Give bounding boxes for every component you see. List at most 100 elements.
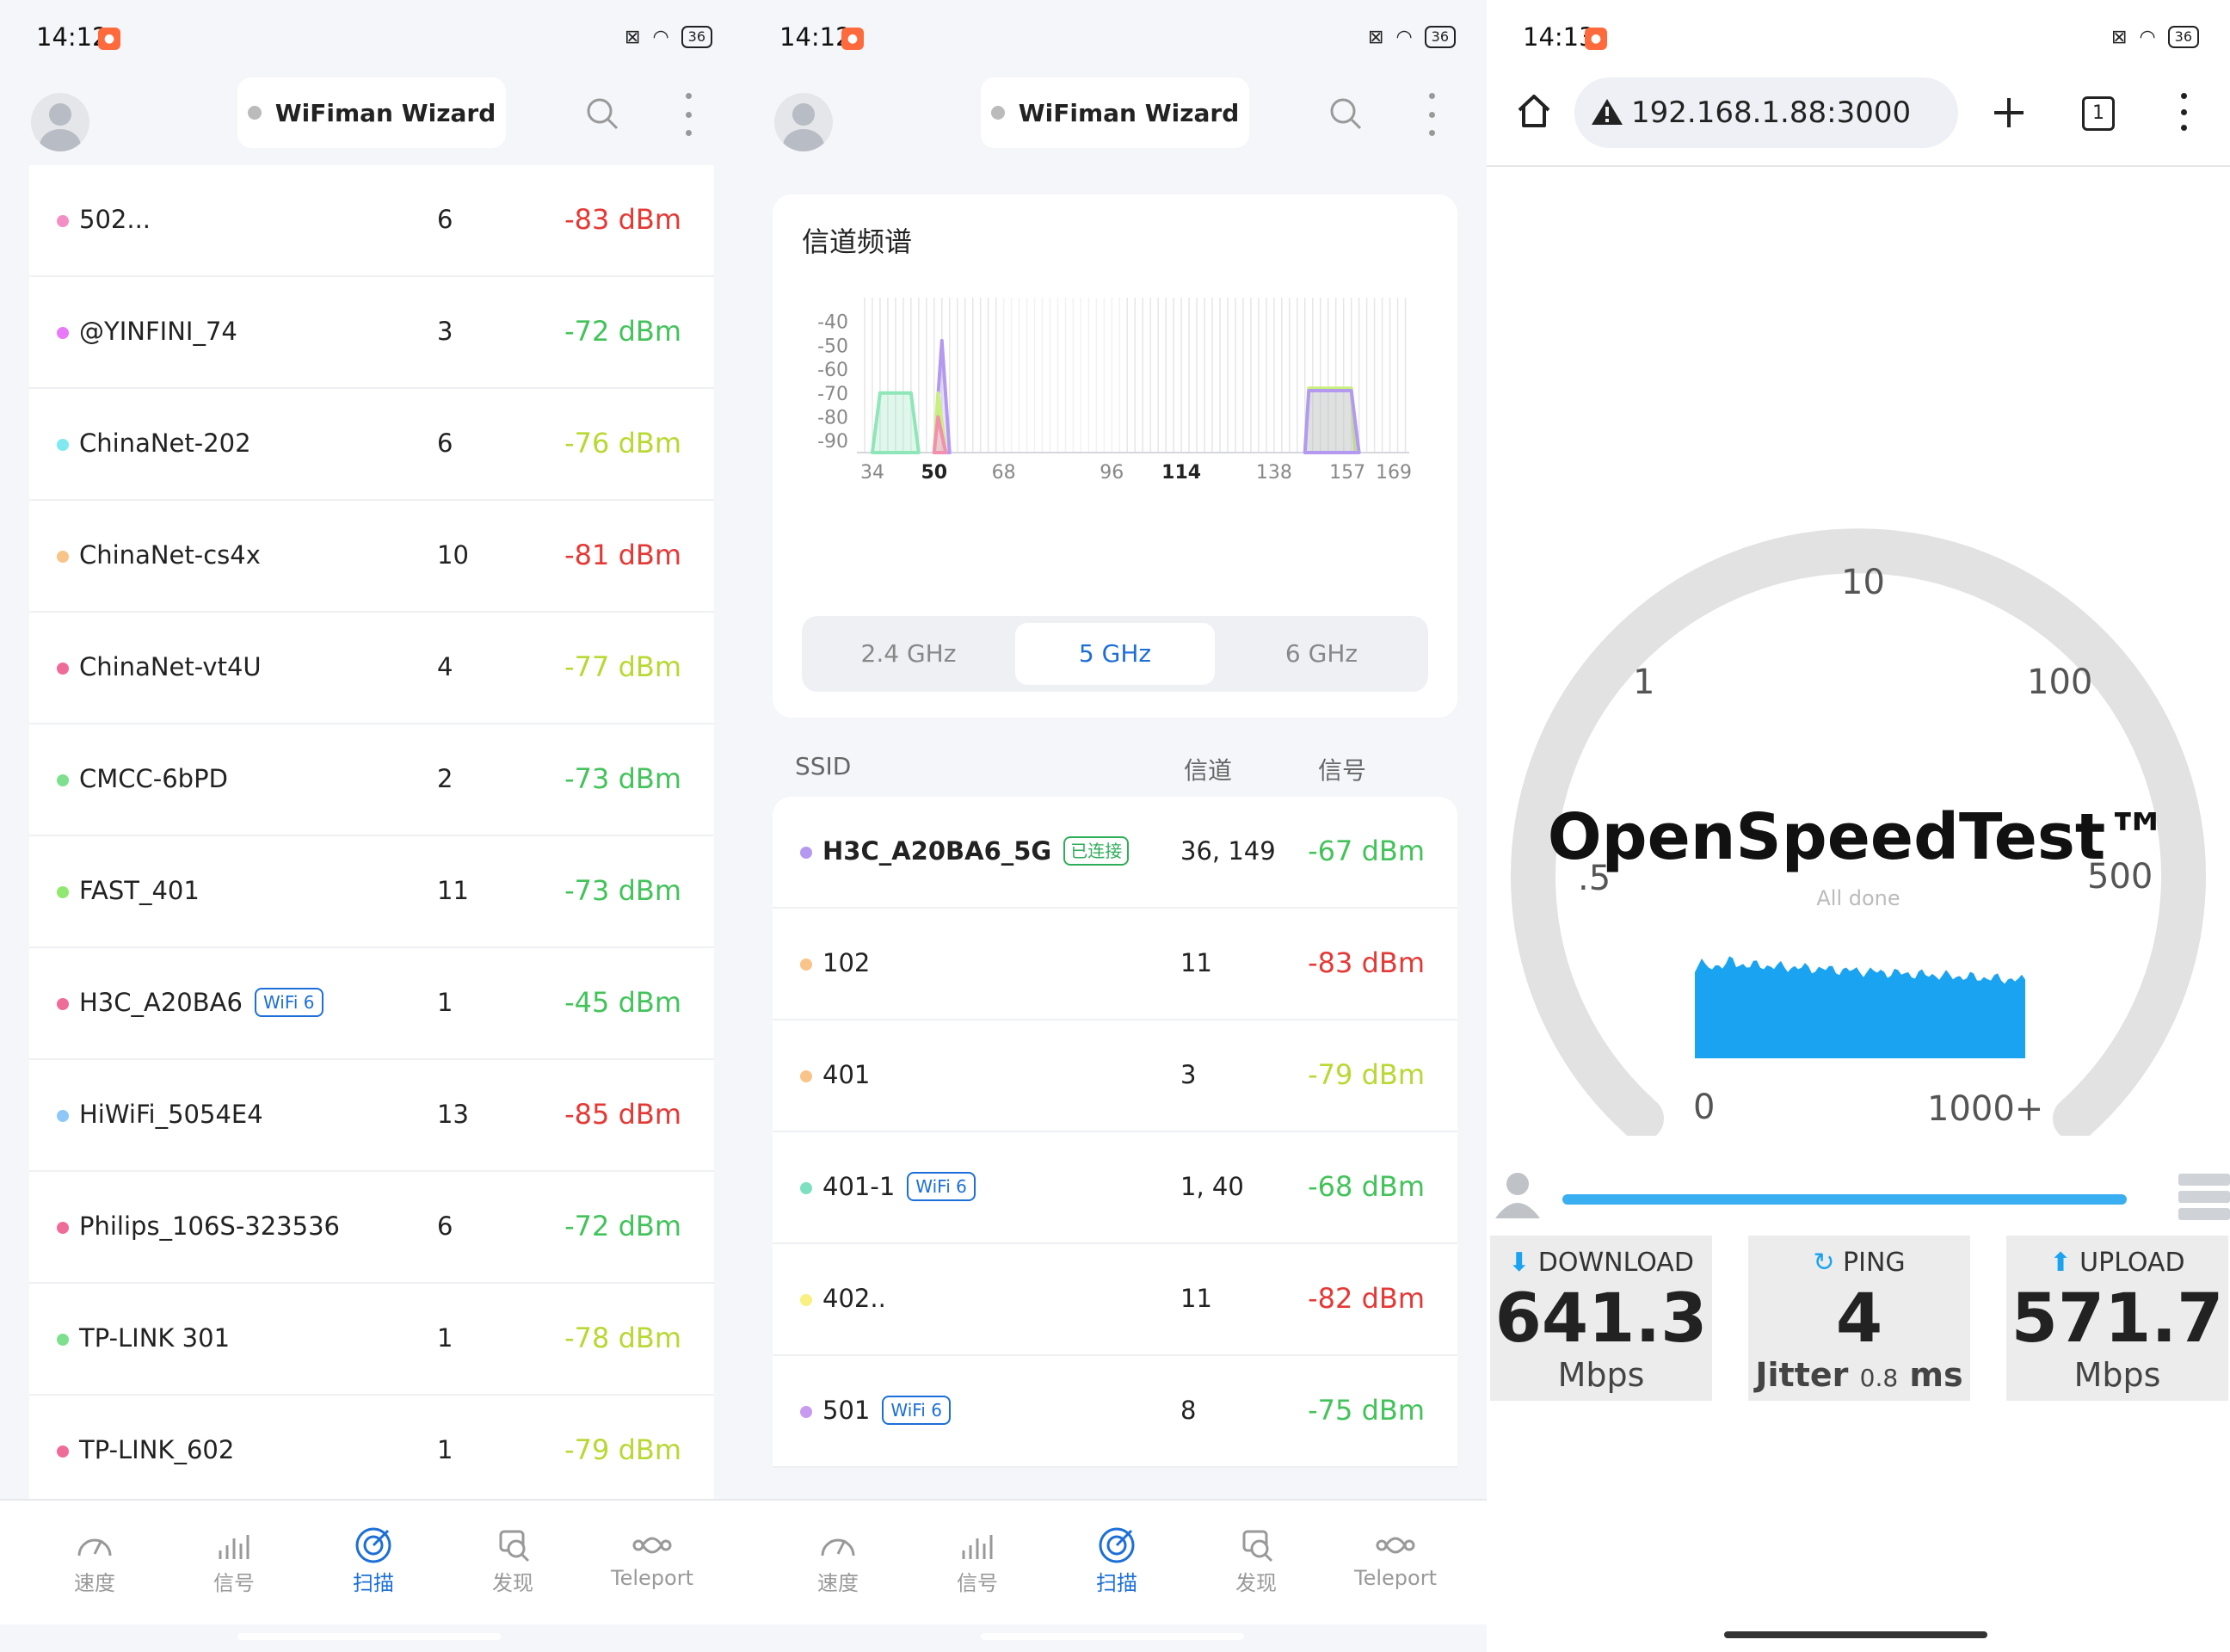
network-row[interactable]: FAST_401 11 -73 dBm xyxy=(29,836,714,948)
avatar[interactable] xyxy=(774,93,833,151)
wifiman-spectrum-screen: 14:12 ● ⊠ ◠ 36 WiFiman Wizard 信道频谱 -40 -5… xyxy=(743,0,1487,1652)
network-channel: 11 xyxy=(1180,948,1212,977)
wifi6-badge: WiFi 6 xyxy=(882,1396,951,1425)
network-color-dot xyxy=(800,1182,812,1194)
wizard-status-dot xyxy=(247,106,262,120)
speedometer-icon xyxy=(786,1525,890,1566)
network-ssid: FAST_401 xyxy=(79,876,200,905)
network-row[interactable]: TP-LINK_602 1 -79 dBm xyxy=(29,1396,714,1507)
upload-arrow-icon: ⬆ xyxy=(2049,1248,2072,1278)
network-row[interactable]: ChinaNet-202 6 -76 dBm xyxy=(29,389,714,501)
network-row[interactable]: 401 3 -79 dBm xyxy=(773,1020,1457,1132)
nav-signal[interactable]: 信号 xyxy=(926,1525,1029,1596)
network-channel: 3 xyxy=(437,317,453,346)
network-signal: -72 dBm xyxy=(564,315,681,348)
network-name-cell: H3C_A20BA6 WiFi 6 xyxy=(79,988,323,1017)
network-name-cell: Philips_106S-323536 xyxy=(79,1211,340,1241)
signal-bars-icon xyxy=(182,1525,286,1566)
network-row[interactable]: H3C_A20BA6 WiFi 6 1 -45 dBm xyxy=(29,948,714,1060)
network-row[interactable]: @YINFINI_74 3 -72 dBm xyxy=(29,277,714,389)
network-row[interactable]: ChinaNet-vt4U 4 -77 dBm xyxy=(29,613,714,724)
x-tick-label: 114 xyxy=(1161,462,1201,484)
spectrum-card: 信道频谱 -40 -50 -60 -70 -80 -90 34 50 68 96 114 138 157… xyxy=(773,194,1457,718)
network-channel: 1, 40 xyxy=(1180,1172,1244,1201)
network-ssid: 102 xyxy=(822,948,871,977)
nav-scan-label: 扫描 xyxy=(353,1571,394,1595)
app-bar: WiFiman Wizard xyxy=(743,77,1487,163)
avatar[interactable] xyxy=(31,93,89,151)
search-icon[interactable] xyxy=(1328,96,1363,131)
network-ssid: ChinaNet-202 xyxy=(79,428,251,458)
network-row[interactable]: CMCC-6bPD 2 -73 dBm xyxy=(29,724,714,836)
network-color-dot xyxy=(57,1446,69,1458)
search-icon[interactable] xyxy=(585,96,619,131)
more-menu-icon[interactable] xyxy=(680,93,697,136)
network-row[interactable]: 502... 6 -83 dBm xyxy=(29,165,714,277)
network-color-dot xyxy=(57,215,69,227)
nav-signal[interactable]: 信号 xyxy=(182,1525,286,1596)
network-color-dot xyxy=(57,1222,69,1234)
wifi-icon: ◠ xyxy=(2139,26,2156,48)
network-name-cell: HiWiFi_5054E4 xyxy=(79,1100,263,1129)
nav-discover[interactable]: 发现 xyxy=(461,1525,564,1596)
nav-speed[interactable]: 速度 xyxy=(786,1525,890,1596)
browser-menu-icon[interactable] xyxy=(2175,93,2192,131)
network-row[interactable]: H3C_A20BA6_5G 已连接 36, 149 -67 dBm xyxy=(773,797,1457,909)
network-ssid: 401 xyxy=(822,1060,871,1089)
wizard-status-dot xyxy=(990,106,1005,120)
nav-signal-label: 信号 xyxy=(957,1571,998,1595)
network-row[interactable]: 102 11 -83 dBm xyxy=(773,909,1457,1020)
band-tab-6ghz[interactable]: 6 GHz xyxy=(1222,623,1421,685)
network-row[interactable]: 401-1 WiFi 6 1, 40 -68 dBm xyxy=(773,1132,1457,1244)
network-name-cell: 102 xyxy=(822,948,870,977)
more-menu-icon[interactable] xyxy=(1423,93,1440,136)
network-name-cell: ChinaNet-202 xyxy=(79,428,251,458)
band-tab-2-4ghz[interactable]: 2.4 GHz xyxy=(809,623,1008,685)
teleport-icon xyxy=(601,1525,704,1566)
nav-teleport[interactable]: Teleport xyxy=(601,1525,704,1590)
network-signal: -81 dBm xyxy=(564,539,681,571)
network-row[interactable]: TP-LINK 301 1 -78 dBm xyxy=(29,1284,714,1396)
nav-discover[interactable]: 发现 xyxy=(1204,1525,1308,1596)
network-signal: -78 dBm xyxy=(564,1322,681,1354)
progress-track xyxy=(1562,1194,2127,1205)
band-tab-5ghz[interactable]: 5 GHz xyxy=(1015,623,1215,685)
network-color-dot xyxy=(57,998,69,1010)
network-name-cell: TP-LINK 301 xyxy=(79,1323,230,1353)
nav-scan[interactable]: 扫描 xyxy=(1065,1525,1168,1596)
new-tab-icon[interactable] xyxy=(1991,95,2027,131)
y-tick-label: -70 xyxy=(817,384,848,405)
network-row[interactable]: ChinaNet-cs4x 10 -81 dBm xyxy=(29,501,714,613)
network-channel: 11 xyxy=(1180,1284,1212,1313)
download-arrow-icon: ⬇ xyxy=(1508,1248,1531,1278)
wizard-chip[interactable]: WiFiman Wizard xyxy=(237,77,506,148)
nav-scan[interactable]: 扫描 xyxy=(322,1525,425,1596)
tab-count-button[interactable]: 1 xyxy=(2082,96,2115,131)
network-signal: -77 dBm xyxy=(564,650,681,683)
band-selector: 2.4 GHz 5 GHz 6 GHz xyxy=(802,616,1428,692)
network-color-dot xyxy=(57,1334,69,1346)
x-tick-label: 96 xyxy=(1100,462,1124,484)
nav-signal-label: 信号 xyxy=(213,1571,255,1595)
home-indicator xyxy=(981,1633,1244,1640)
home-icon[interactable] xyxy=(1514,91,1554,131)
network-row[interactable]: HiWiFi_5054E4 13 -85 dBm xyxy=(29,1060,714,1172)
brand-title: OpenSpeedTest™ xyxy=(1547,800,2170,874)
network-signal: -79 dBm xyxy=(564,1433,681,1466)
network-row[interactable]: 402.. 11 -82 dBm xyxy=(773,1244,1457,1356)
network-row[interactable]: 501 WiFi 6 8 -75 dBm xyxy=(773,1356,1457,1468)
wizard-chip[interactable]: WiFiman Wizard xyxy=(981,77,1249,148)
nav-speed[interactable]: 速度 xyxy=(43,1525,146,1596)
network-signal: -73 dBm xyxy=(564,762,681,795)
network-name-cell: TP-LINK_602 xyxy=(79,1435,234,1464)
network-row[interactable]: Philips_106S-323536 6 -72 dBm xyxy=(29,1172,714,1284)
ping-card: ↻ PING 4 Jitter 0.8 ms xyxy=(1748,1236,1970,1401)
network-channel: 10 xyxy=(437,540,469,570)
url-bar[interactable]: 192.168.1.88:3000 xyxy=(1574,77,1958,148)
x-tick-label: 157 xyxy=(1329,462,1365,484)
x-tick-label: 169 xyxy=(1376,462,1412,484)
network-color-dot xyxy=(57,663,69,675)
warning-icon[interactable] xyxy=(1590,96,1624,127)
nav-teleport[interactable]: Teleport xyxy=(1344,1525,1447,1590)
upload-unit: Mbps xyxy=(2073,1356,2161,1394)
